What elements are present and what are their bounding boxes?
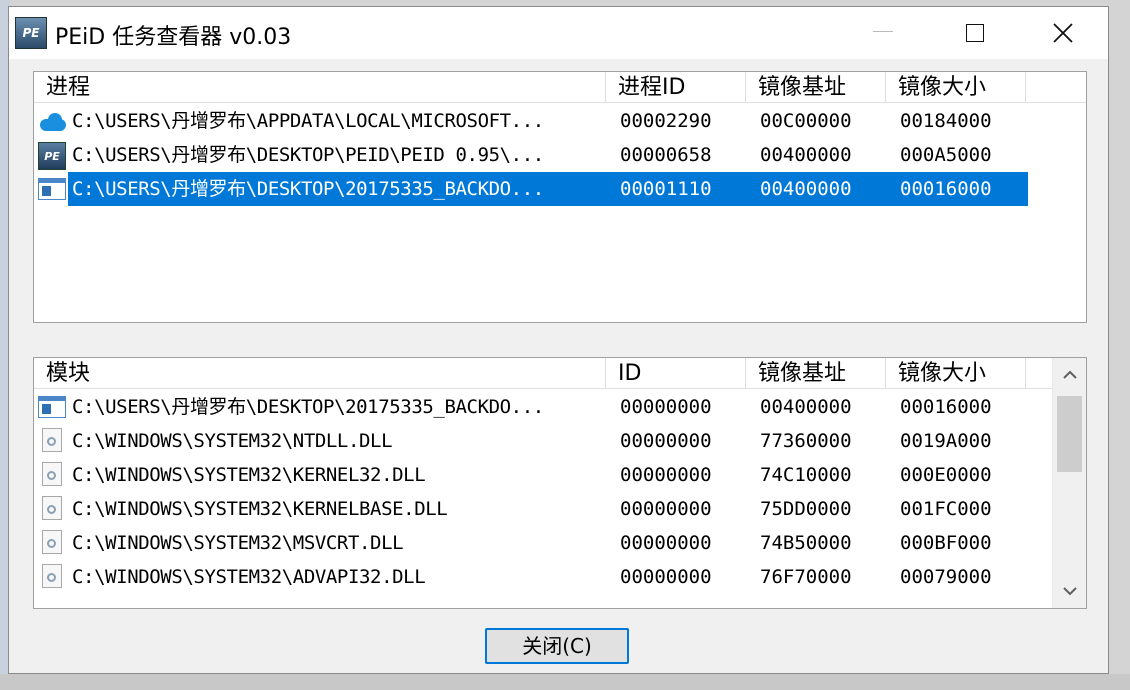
process-row[interactable]: C:\USERS\丹增罗布\DESKTOP\20175335_BACKDO...… [34,172,1028,206]
desktop-bottom-edge [0,674,1130,690]
process-image-base: 00400000 [760,178,852,200]
module-row[interactable]: C:\WINDOWS\SYSTEM32\KERNELBASE.DLL 000000… [34,492,1028,526]
module-image-base: 75DD0000 [760,498,852,520]
process-row[interactable]: PE C:\USERS\丹增罗布\DESKTOP\PEID\PEID 0.95\.… [34,138,1028,172]
module-id: 00000000 [620,498,712,520]
column-header-image-base[interactable]: 镜像基址 [746,72,886,102]
scroll-thumb[interactable] [1057,396,1082,472]
module-path: C:\WINDOWS\SYSTEM32\NTDLL.DLL [72,430,393,452]
module-image-size: 0019A000 [900,430,992,452]
column-header-image-size[interactable]: 镜像大小 [886,358,1026,388]
minimize-button[interactable] [837,7,929,59]
module-image-size: 000E0000 [900,464,992,486]
peid-icon: PE [38,142,68,170]
module-image-base: 76F70000 [760,566,852,588]
module-id: 00000000 [620,532,712,554]
dll-file-icon [38,496,68,522]
module-image-base: 74C10000 [760,464,852,486]
module-id: 00000000 [620,396,712,418]
process-image-size: 00184000 [900,110,992,132]
dll-file-icon [38,530,68,556]
module-path: C:\USERS\丹增罗布\DESKTOP\20175335_BACKDO... [72,396,544,418]
window-title: PEiD 任务查看器 v0.03 [55,25,292,50]
minimize-icon [873,30,893,32]
module-row[interactable]: C:\WINDOWS\SYSTEM32\NTDLL.DLL 00000000 773… [34,424,1028,458]
process-image-size: 00016000 [900,178,992,200]
column-header-id[interactable]: ID [606,358,746,388]
module-path: C:\WINDOWS\SYSTEM32\KERNELBASE.DLL [72,498,448,520]
process-id: 00001110 [620,178,712,200]
column-header-process-id[interactable]: 进程ID [606,72,746,102]
application-window-icon [38,394,68,420]
scroll-up-button[interactable] [1053,358,1086,392]
dll-file-icon [38,564,68,590]
module-list[interactable]: 模块 ID 镜像基址 镜像大小 C:\USERS\丹增罗布\DESKTOP\20… [33,357,1087,609]
process-path: C:\USERS\丹增罗布\APPDATA\LOCAL\MICROSOFT... [72,110,544,132]
maximize-button[interactable] [929,7,1021,59]
process-image-size: 000A5000 [900,144,992,166]
module-image-size: 000BF000 [900,532,992,554]
module-path: C:\WINDOWS\SYSTEM32\ADVAPI32.DLL [72,566,426,588]
process-image-base: 00400000 [760,144,852,166]
module-id: 00000000 [620,430,712,452]
process-image-base: 00C00000 [760,110,852,132]
dll-file-icon [38,428,68,454]
module-id: 00000000 [620,566,712,588]
column-header-empty [1026,72,1086,102]
process-id: 00000658 [620,144,712,166]
module-image-base: 74B50000 [760,532,852,554]
module-image-size: 00079000 [900,566,992,588]
onedrive-cloud-icon [38,108,68,134]
module-row[interactable]: C:\WINDOWS\SYSTEM32\ADVAPI32.DLL 00000000… [34,560,1028,594]
process-list[interactable]: 进程 进程ID 镜像基址 镜像大小 C:\USERS\丹增罗布\APPDATA\… [33,71,1087,323]
chevron-up-icon [1062,370,1077,379]
application-window-icon [38,176,68,202]
module-list-header: 模块 ID 镜像基址 镜像大小 [34,358,1086,389]
peid-task-viewer-window: PE PEiD 任务查看器 v0.03 进程 进程ID 镜像基址 镜像大小 C:… [8,6,1109,674]
module-id: 00000000 [620,464,712,486]
scroll-down-button[interactable] [1053,574,1086,608]
module-path: C:\WINDOWS\SYSTEM32\KERNEL32.DLL [72,464,426,486]
process-id: 00002290 [620,110,712,132]
module-image-base: 77360000 [760,430,852,452]
column-header-image-base[interactable]: 镜像基址 [746,358,886,388]
column-header-module[interactable]: 模块 [34,358,606,388]
title-bar[interactable]: PE PEiD 任务查看器 v0.03 [9,7,1108,59]
module-image-base: 00400000 [760,396,852,418]
dll-file-icon [38,462,68,488]
process-path: C:\USERS\丹增罗布\DESKTOP\PEID\PEID 0.95\... [72,144,544,166]
column-header-image-size[interactable]: 镜像大小 [886,72,1026,102]
chevron-down-icon [1062,587,1077,596]
close-button[interactable]: 关闭(C) [485,628,629,664]
module-image-size: 00016000 [900,396,992,418]
module-row[interactable]: C:\WINDOWS\SYSTEM32\MSVCRT.DLL 00000000 74… [34,526,1028,560]
module-row[interactable]: C:\WINDOWS\SYSTEM32\KERNEL32.DLL 00000000… [34,458,1028,492]
module-list-scrollbar[interactable] [1052,358,1086,608]
module-image-size: 001FC000 [900,498,992,520]
close-icon [1053,23,1073,43]
module-path: C:\WINDOWS\SYSTEM32\MSVCRT.DLL [72,532,404,554]
process-list-header: 进程 进程ID 镜像基址 镜像大小 [34,72,1086,103]
column-header-process[interactable]: 进程 [34,72,606,102]
maximize-icon [966,24,984,42]
peid-app-icon: PE [15,17,47,49]
process-row[interactable]: C:\USERS\丹增罗布\APPDATA\LOCAL\MICROSOFT...… [34,104,1028,138]
process-path: C:\USERS\丹增罗布\DESKTOP\20175335_BACKDO... [72,178,544,200]
module-row[interactable]: C:\USERS\丹增罗布\DESKTOP\20175335_BACKDO...… [34,390,1028,424]
close-window-button[interactable] [1017,7,1109,59]
